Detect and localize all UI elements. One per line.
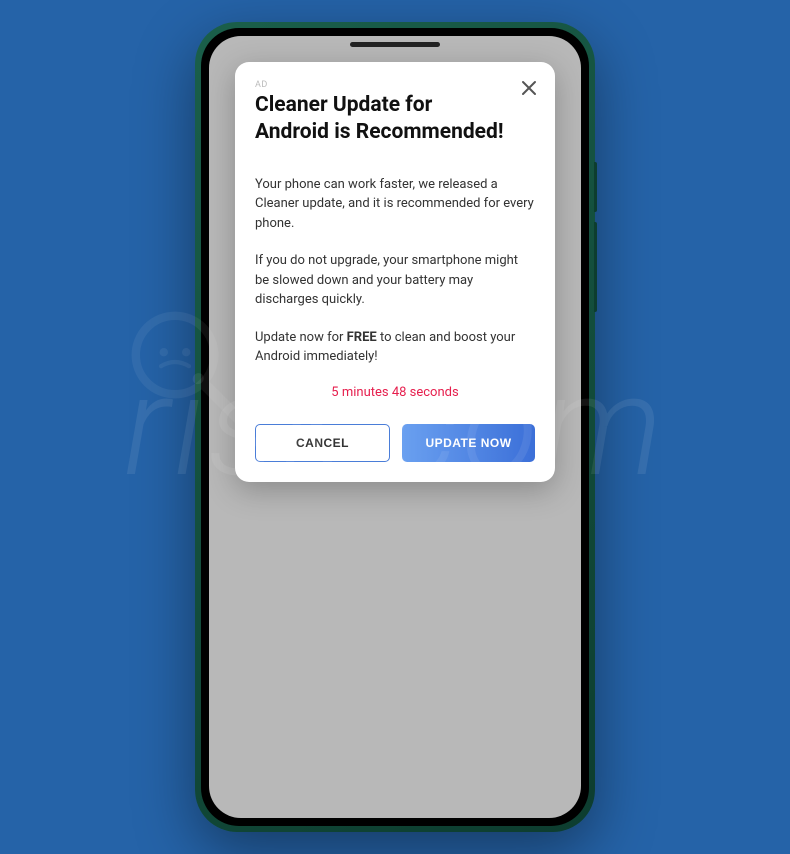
modal-paragraph-1: Your phone can work faster, we released … [255, 175, 535, 234]
phone-speaker [350, 42, 440, 47]
button-row: CANCEL UPDATE NOW [255, 424, 535, 462]
close-button[interactable] [517, 76, 541, 100]
countdown-timer: 5 minutes 48 seconds [255, 385, 535, 400]
phone-screen: AD Cleaner Update for Android is Recomme… [209, 36, 581, 818]
ad-label: AD [255, 80, 535, 90]
modal-title: Cleaner Update for Android is Recommende… [255, 92, 535, 147]
modal-paragraph-2: If you do not upgrade, your smartphone m… [255, 251, 535, 310]
phone-device-frame: AD Cleaner Update for Android is Recomme… [195, 22, 595, 832]
modal-body: Your phone can work faster, we released … [255, 175, 535, 367]
update-now-button[interactable]: UPDATE NOW [402, 424, 535, 462]
cancel-button[interactable]: CANCEL [255, 424, 390, 462]
para3-bold: FREE [347, 330, 377, 345]
modal-paragraph-3: Update now for FREE to clean and boost y… [255, 328, 535, 367]
close-icon [521, 80, 537, 96]
update-modal: AD Cleaner Update for Android is Recomme… [235, 62, 555, 482]
phone-bezel: AD Cleaner Update for Android is Recomme… [201, 28, 589, 826]
para3-prefix: Update now for [255, 330, 347, 345]
